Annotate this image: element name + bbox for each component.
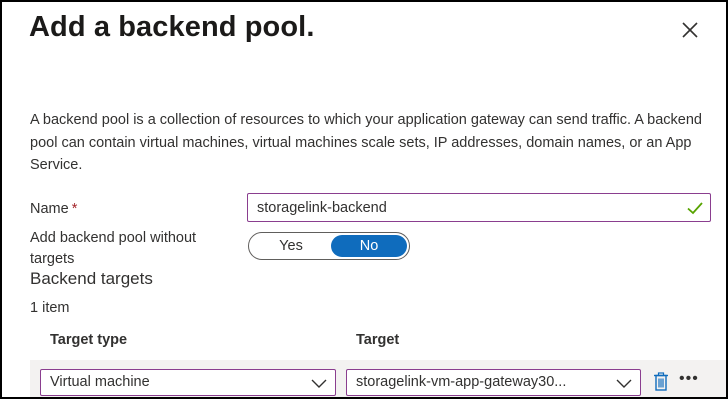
name-label: Name * [30, 201, 78, 217]
target-type-dropdown[interactable]: Virtual machine [40, 369, 336, 396]
target-dropdown[interactable]: storagelink-vm-app-gateway30... [346, 369, 641, 396]
target-type-value: Virtual machine [50, 374, 150, 390]
required-indicator: * [71, 201, 78, 217]
name-input[interactable] [248, 194, 668, 221]
toggle-no-option[interactable]: No [331, 235, 407, 257]
backend-targets-heading: Backend targets [30, 269, 153, 288]
column-header-target: Target [356, 332, 400, 348]
without-targets-label: Add backend pool without targets [30, 230, 197, 267]
add-backend-pool-panel: Add a backend pool. A backend pool is a … [0, 0, 728, 399]
panel-description: A backend pool is a collection of resour… [30, 112, 702, 173]
name-field[interactable] [247, 193, 711, 222]
target-value: storagelink-vm-app-gateway30... [356, 374, 567, 390]
more-icon[interactable]: ••• [679, 370, 699, 388]
toggle-yes-option[interactable]: Yes [253, 235, 329, 257]
close-icon[interactable] [680, 20, 700, 40]
column-header-target-type: Target type [50, 332, 128, 348]
chevron-down-icon [311, 379, 327, 388]
without-targets-toggle[interactable]: Yes No [248, 232, 410, 260]
checkmark-icon [687, 202, 703, 215]
item-count: 1 item [30, 300, 70, 316]
trash-icon[interactable] [653, 372, 669, 391]
chevron-down-icon [616, 379, 632, 388]
panel-title: Add a backend pool. [29, 11, 315, 43]
